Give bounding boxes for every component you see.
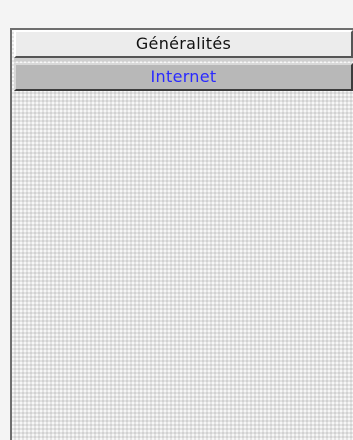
tab-separator — [14, 58, 353, 61]
tab-generalites[interactable]: Généralités — [14, 30, 353, 58]
window-frame: Généralités Internet — [0, 0, 353, 440]
tab-internet-label: Internet — [150, 67, 217, 86]
tab-generalites-label: Généralités — [135, 34, 232, 53]
preferences-panel: Généralités Internet — [10, 28, 353, 440]
tab-internet[interactable]: Internet — [14, 63, 353, 91]
